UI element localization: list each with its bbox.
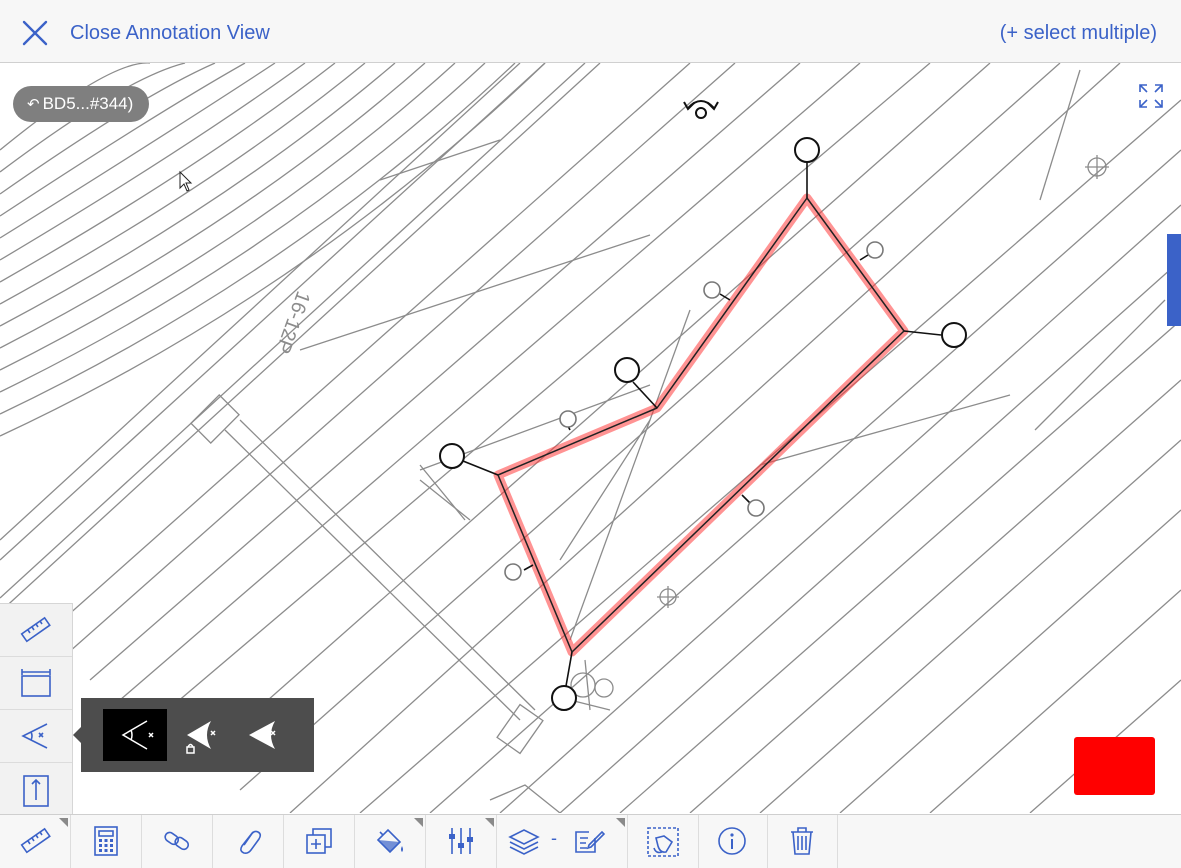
midpoint-handle[interactable] [866,241,884,259]
angle-filled-icon [249,721,276,749]
select-multiple-button[interactable]: (+ select multiple) [1000,22,1157,45]
submenu-indicator [414,818,423,827]
annotation-color-swatch[interactable] [1074,737,1155,795]
vertical-measure-icon [23,775,49,807]
close-annotation-view-button[interactable]: Close Annotation View [70,22,270,45]
edit-note-icon [575,830,605,853]
duplicate-button[interactable] [284,815,355,868]
expand-icon[interactable] [1137,82,1165,110]
fill-bucket-icon [376,828,403,854]
attachment-button[interactable] [213,815,284,868]
close-icon[interactable] [20,18,50,48]
angle-open-icon [121,720,154,750]
reply-arrow-icon: ↶ [27,96,40,113]
angle-icon [21,723,48,749]
vertex-handle[interactable] [941,322,967,348]
calculator-icon [94,826,118,856]
submenu-indicator [485,818,494,827]
properties-button[interactable] [426,815,497,868]
ruler-tool-button[interactable] [0,604,72,657]
back-link-label: BD5...#344) [42,94,134,113]
delete-button[interactable] [767,815,838,868]
vertex-handle[interactable] [439,443,465,469]
midpoint-handle[interactable] [703,281,721,299]
submenu-indicator [616,818,625,827]
side-panel-tab[interactable] [1167,234,1181,326]
lasso-select-icon [647,827,679,857]
midpoint-handle[interactable] [559,410,577,428]
layers-button[interactable] [497,815,628,868]
vertex-handle[interactable] [551,685,577,711]
ruler-icon [20,616,51,643]
vertical-measure-tool-button[interactable] [0,763,72,815]
link-button[interactable] [142,815,213,868]
calculator-button[interactable] [71,815,142,868]
vertex-handle[interactable] [794,137,820,163]
dimension-icon [21,669,51,697]
midpoint-handle[interactable] [747,499,765,517]
annotation-header: Close Annotation View (+ select multiple… [0,0,1181,63]
angle-filled-locked-option[interactable] [167,709,231,761]
angle-filled-locked-icon [186,721,216,754]
info-icon [718,827,746,855]
vertex-handle[interactable] [614,357,640,383]
duplicate-icon [306,828,332,854]
link-icon [164,831,190,851]
lasso-select-button[interactable] [628,815,699,868]
ruler-toolbar-button[interactable] [0,815,71,868]
midpoint-handle[interactable] [504,563,522,581]
flyout-pointer [73,727,81,743]
sliders-icon [449,828,473,854]
layers-icon [508,829,540,855]
angle-tool-button[interactable] [0,710,72,763]
bottom-toolbar [0,814,1181,868]
measure-tool-palette [0,603,73,815]
angle-options-flyout [81,698,314,772]
paperclip-icon [240,830,262,854]
dimension-tool-button[interactable] [0,657,72,710]
back-link-button[interactable]: ↶ BD5...#344) [13,86,150,122]
cursor-icon [179,170,193,192]
angle-filled-option[interactable] [231,709,295,761]
ruler-icon [20,827,51,854]
angle-annotation[interactable] [439,137,967,711]
drawing-label: 16-12P [271,288,314,356]
submenu-indicator [59,818,68,827]
angle-open-option[interactable] [103,709,167,761]
layer-separator: - [551,828,557,848]
info-button[interactable] [697,815,768,868]
trash-icon [791,827,813,855]
fill-button[interactable] [355,815,426,868]
